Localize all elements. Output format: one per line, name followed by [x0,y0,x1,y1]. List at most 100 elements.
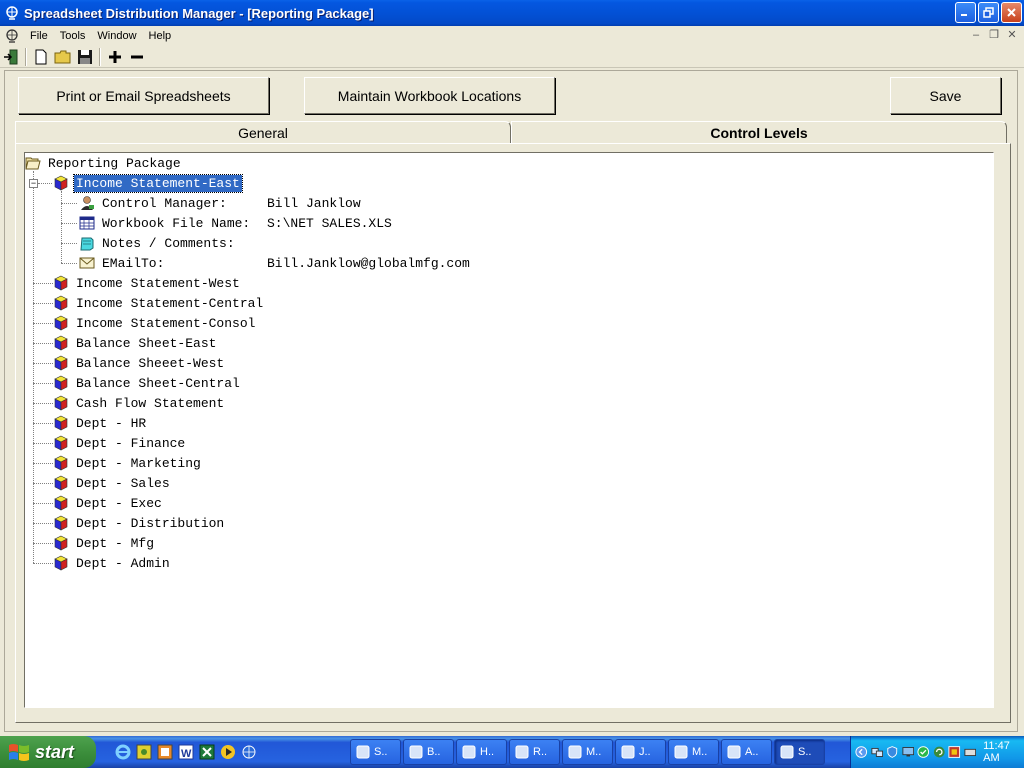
monitor-icon[interactable] [901,745,915,759]
person-icon [81,196,94,210]
keyboard-icon[interactable] [964,745,977,759]
paint-icon [621,745,635,759]
tree-node-selected[interactable]: Income Statement-East [53,173,243,193]
control-levels-panel: Reporting Package − Income Statement-Eas… [15,143,1011,723]
maintain-workbook-locations-button[interactable]: Maintain Workbook Locations [304,77,555,114]
tab-control-levels[interactable]: Control Levels [511,121,1007,143]
taskbar-task-button[interactable]: B.. [403,739,454,765]
menu-window[interactable]: Window [91,30,142,42]
tree-node-label: Balance Sheeet-West [76,355,225,371]
tree-node[interactable]: Dept - Sales [53,473,172,493]
globe-quicklaunch[interactable] [240,743,258,761]
save-button[interactable]: Save [890,77,1001,114]
taskbar-task-button[interactable]: M.. [562,739,613,765]
child-close-button[interactable]: ✕ [1004,28,1020,42]
app-globe-icon [6,6,18,20]
shield-icon[interactable] [886,745,899,759]
new-button[interactable] [30,47,52,67]
tree-node[interactable]: Income Statement-Consol [53,313,257,333]
toolbar-separator [99,47,101,66]
tree-node[interactable]: Balance Sheeet-West [53,353,226,373]
add-button[interactable] [104,47,126,67]
cube-icon [54,315,68,331]
child-restore-button[interactable]: ❐ [986,28,1002,42]
tree-root[interactable]: Reporting Package [25,153,183,173]
taskbar-task-label: S.. [798,746,812,758]
taskbar-task-button[interactable]: J.. [615,739,666,765]
tree-connector [33,503,53,504]
tree-node-label: Dept - Finance [76,435,186,451]
media-quicklaunch[interactable] [219,743,237,761]
tree-node[interactable]: Balance Sheet-Central [53,373,242,393]
start-button[interactable]: start [0,736,96,768]
tree-view[interactable]: Reporting Package − Income Statement-Eas… [24,152,994,708]
globe-app-icon [780,745,794,759]
open-button[interactable] [52,47,74,67]
app-quicklaunch-1[interactable] [135,743,153,761]
taskbar-task-button[interactable]: M.. [668,739,719,765]
detail-label: EMailTo: [102,255,165,271]
child-minimize-button[interactable]: – [968,28,984,42]
green-status-icon[interactable] [917,745,930,759]
tab-general[interactable]: General [15,121,511,143]
taskbar-task-button[interactable]: R.. [509,739,560,765]
refresh-icon[interactable] [933,745,946,759]
detail-label: Control Manager: [102,195,227,211]
restore-button[interactable] [978,2,999,23]
document-globe-icon[interactable] [4,28,20,44]
cube-icon [54,475,68,491]
tree-node[interactable]: Dept - Finance [53,433,187,453]
tray-arrow-icon[interactable] [855,745,868,759]
word-quicklaunch[interactable]: W [177,743,195,761]
save-toolbar-button[interactable] [74,47,96,67]
tree-node[interactable]: Dept - HR [53,413,148,433]
tree-connector [61,263,77,264]
tree-node[interactable]: Dept - Admin [53,553,172,573]
tree-node[interactable]: Balance Sheet-East [53,333,218,353]
remove-button[interactable] [126,47,148,67]
detail-value: Bill.Janklow@globalmfg.com [267,255,470,271]
tree-node[interactable]: Income Statement-West [53,273,242,293]
detail-row[interactable]: Notes / Comments: [79,233,237,253]
detail-row[interactable]: EMailTo: Bill.Janklow@globalmfg.com [79,253,470,273]
tree-connector [38,183,52,184]
exit-button[interactable] [0,47,22,67]
taskbar-task-button[interactable]: A.. [721,739,772,765]
security-icon[interactable] [948,745,961,759]
cube-icon [54,455,68,471]
network-icon[interactable] [870,745,884,759]
collapse-toggle[interactable]: − [29,179,38,188]
print-email-label: Print or Email Spreadsheets [56,87,231,104]
tree-node[interactable]: Income Statement-Central [53,293,265,313]
ie-quicklaunch[interactable] [114,743,132,761]
tree-node[interactable]: Dept - Mfg [53,533,156,553]
print-email-button[interactable]: Print or Email Spreadsheets [18,77,269,114]
close-button[interactable] [1001,2,1022,23]
toolbar-separator [25,47,27,66]
tree-connector [61,223,77,224]
menu-file[interactable]: File [24,30,54,42]
detail-row[interactable]: Workbook File Name: S:\NET SALES.XLS [79,213,392,233]
tree-node[interactable]: Cash Flow Statement [53,393,226,413]
internet-explorer-icon [115,744,131,760]
taskbar-task-button[interactable]: S.. [350,739,401,765]
tree-node-label: Cash Flow Statement [76,395,225,411]
minimize-button[interactable] [955,2,976,23]
taskbar-task-button[interactable]: H.. [456,739,507,765]
tree-connector [33,563,53,564]
menu-tools[interactable]: Tools [54,30,92,42]
tree-node[interactable]: Dept - Marketing [53,453,203,473]
tree-node[interactable]: Dept - Exec [53,493,164,513]
cube-icon [54,275,68,291]
tree-connector [61,243,77,244]
tree-node[interactable]: Dept - Distribution [53,513,226,533]
windows-logo-icon [9,744,29,761]
toolbar [0,46,1024,68]
taskbar-task-label: M.. [586,746,602,758]
globe-icon [242,745,256,759]
excel-quicklaunch[interactable] [198,743,216,761]
taskbar-task-button[interactable]: S.. [774,739,825,765]
detail-row[interactable]: Control Manager: Bill Janklow [79,193,361,213]
app-quicklaunch-2[interactable] [156,743,174,761]
menu-help[interactable]: Help [143,30,178,42]
